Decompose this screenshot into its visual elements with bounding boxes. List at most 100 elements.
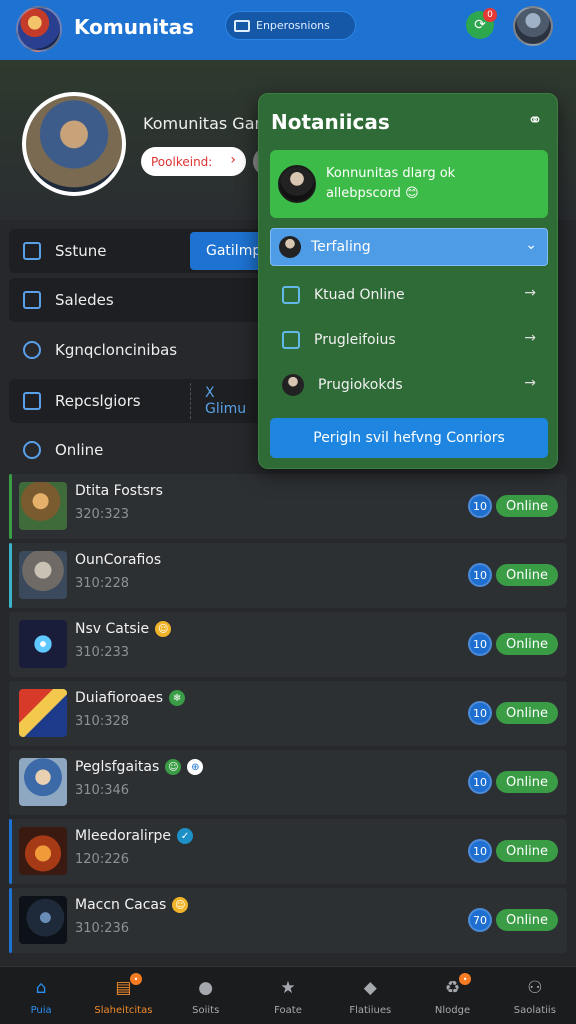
notification-text: Konnunitas dlarg ok allebpscord 😊: [326, 164, 455, 204]
map-icon: [23, 291, 41, 309]
screen-icon: [234, 19, 250, 32]
tab-active[interactable]: Gatilmpo: [190, 232, 270, 270]
nav-item[interactable]: ★ Foate: [247, 967, 329, 1024]
row-accent: [9, 750, 12, 815]
game-name-wrap: Duiafioroaes ❄: [75, 690, 186, 706]
game-row[interactable]: Duiafioroaes ❄ 310:328 10 Online: [9, 681, 567, 746]
status-badge[interactable]: Online: [496, 840, 558, 862]
dropdown-avatar: [279, 236, 301, 258]
notification-button[interactable]: ⟳ 0: [466, 8, 497, 39]
player-count-badge: 10: [468, 563, 492, 587]
notification-line1: Konnunitas dlarg ok: [326, 166, 456, 181]
nav-item[interactable]: ▤ Slaheitcitas •: [82, 967, 164, 1024]
top-app-bar: Komunitas Enperosnions ⟳ 0: [0, 0, 576, 60]
x-link[interactable]: X Glimu: [190, 383, 260, 419]
hexagon-icon: [23, 441, 41, 459]
game-row[interactable]: Maccn Cacas ☺ 310:236 70 Online: [9, 888, 567, 953]
nav-item-label: Slaheitcitas: [94, 1005, 153, 1016]
nav-item[interactable]: ● Soiits: [165, 967, 247, 1024]
game-thumbnail: [19, 482, 67, 530]
notifications-action-button[interactable]: Perigln svil hefvng Conriors: [270, 418, 548, 458]
game-name-wrap: Mleedoralirpe ✓: [75, 828, 194, 844]
nav-item-label: Saolatiis: [513, 1005, 556, 1016]
top-search-pill[interactable]: Enperosnions: [225, 11, 356, 40]
menu-item-status-label: Sstune: [55, 242, 107, 260]
game-name: Dtita Fostsrs: [75, 483, 163, 499]
game-subtext: 320:323: [75, 507, 130, 522]
game-name: Nsv Catsie: [75, 621, 150, 637]
game-logo-icon[interactable]: [16, 6, 62, 52]
notification-item-label: Ktuad Online: [314, 287, 405, 303]
player-count-badge: 10: [468, 701, 492, 725]
profile-action-button[interactable]: Poolkeind: ›: [141, 147, 246, 176]
emoji-icon: ☺: [165, 759, 182, 775]
status-badge[interactable]: Online: [496, 771, 558, 793]
game-row[interactable]: Nsv Catsie ☺ 310:233 10 Online: [9, 612, 567, 677]
settings-icon[interactable]: ⚭: [525, 111, 545, 131]
share-icon: [282, 286, 300, 304]
nav-item[interactable]: ◆ Flatiiues: [329, 967, 411, 1024]
arrow-right-icon: →: [524, 330, 536, 346]
status-badge[interactable]: Online: [496, 495, 558, 517]
game-thumbnail: [19, 689, 67, 737]
user-avatar[interactable]: [513, 6, 553, 46]
game-subtext: 310:236: [75, 921, 130, 936]
notification-card[interactable]: Konnunitas dlarg ok allebpscord 😊: [270, 150, 548, 218]
dropdown-label: Terfaling: [311, 239, 371, 255]
game-subtext: 310:228: [75, 576, 130, 591]
row-accent: [9, 888, 12, 953]
notifications-panel: Notaniicas ⚭ Konnunitas dlarg ok allebps…: [258, 93, 558, 469]
game-row[interactable]: Dtita Fostsrs 320:323 10 Online: [9, 474, 567, 539]
circle-icon: ●: [198, 978, 214, 998]
nav-item-label: Puia: [30, 1005, 52, 1016]
message-icon: [23, 392, 41, 410]
player-count-badge: 10: [468, 632, 492, 656]
arrow-right-icon: →: [524, 375, 536, 391]
status-badge[interactable]: Online: [496, 564, 558, 586]
item-avatar: [282, 374, 304, 396]
game-thumbnail: [19, 551, 67, 599]
player-count-badge: 10: [468, 494, 492, 518]
status-badge[interactable]: Online: [496, 909, 558, 931]
notification-count-badge: 0: [483, 8, 497, 22]
menu-item-kgn-label: Kgnqcloncinibas: [55, 341, 178, 359]
trending-dropdown[interactable]: Terfaling ⌄: [270, 228, 548, 266]
game-thumbnail: [19, 620, 67, 668]
emoji-icon: ☺: [172, 897, 189, 913]
profile-avatar[interactable]: [22, 92, 126, 196]
nav-item-label: Flatiiues: [349, 1005, 392, 1016]
status-badge[interactable]: Online: [496, 702, 558, 724]
row-accent: [9, 612, 12, 677]
notification-item[interactable]: Ktuad Online →: [270, 275, 548, 315]
chevron-down-icon: ⌄: [525, 237, 537, 253]
menu-item-repcs-label: Repcslgiors: [55, 392, 141, 410]
row-accent: [9, 543, 12, 608]
top-pill-label: Enperosnions: [256, 19, 330, 32]
game-row[interactable]: Peglsfgaitas ☺ ⊕ 310:346 10 Online: [9, 750, 567, 815]
game-row[interactable]: OunCorafios 310:228 10 Online: [9, 543, 567, 608]
nav-item[interactable]: ⌂ Puia: [0, 967, 82, 1024]
row-accent: [9, 681, 12, 746]
game-name: OunCorafios: [75, 552, 162, 568]
player-count-badge: 10: [468, 770, 492, 794]
notification-item[interactable]: Prugleifoius →: [270, 320, 548, 360]
notification-item-label: Prugiokokds: [318, 377, 403, 393]
nav-item[interactable]: ♻ Nlodge •: [411, 967, 493, 1024]
status-badge[interactable]: Online: [496, 633, 558, 655]
game-row[interactable]: Mleedoralirpe ✓ 120:226 10 Online: [9, 819, 567, 884]
notification-line2: allebpscord 😊: [326, 186, 419, 201]
home-icon: ⌂: [35, 978, 47, 998]
game-subtext: 310:346: [75, 783, 130, 798]
nav-item[interactable]: ⚇ Saolatiis: [494, 967, 576, 1024]
app-title: Komunitas: [74, 15, 195, 39]
game-name-wrap: Peglsfgaitas ☺ ⊕: [75, 759, 204, 775]
notification-item[interactable]: Prugiokokds →: [270, 365, 548, 405]
puzzle-icon: [23, 341, 41, 359]
diamond-icon: ◆: [363, 978, 377, 998]
game-name-wrap: Dtita Fostsrs: [75, 483, 163, 499]
people-icon: ⚇: [527, 978, 543, 998]
row-accent: [9, 474, 12, 539]
nav-badge: •: [130, 973, 142, 985]
emoji-icon: ❄: [169, 690, 186, 706]
profile-action-label: Poolkeind:: [151, 154, 213, 169]
